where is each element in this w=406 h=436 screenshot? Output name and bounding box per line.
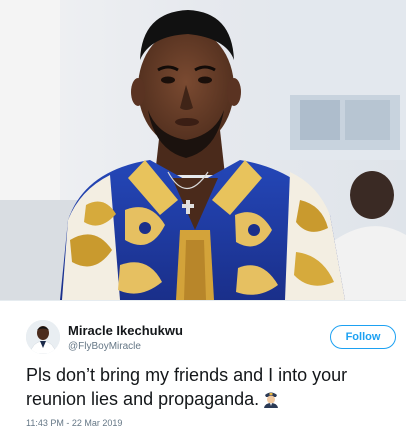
tweet-text-content: Pls don’t bring my friends and I into yo… [26, 365, 348, 409]
avatar-image [26, 320, 60, 354]
follow-button[interactable]: Follow [330, 325, 396, 349]
avatar[interactable] [26, 320, 60, 354]
user-handle[interactable]: @FlyBoyMiracle [68, 341, 141, 352]
portrait-photo [0, 0, 406, 300]
tweet-card: Miracle Ikechukwu @FlyBoyMiracle Follow … [0, 310, 406, 436]
tweet-photo[interactable] [0, 0, 406, 300]
tweet-timestamp[interactable]: 11:43 PM - 22 Mar 2019 [26, 418, 122, 428]
pilot-emoji-icon [263, 390, 279, 408]
divider [0, 300, 406, 301]
tweet-text: Pls don’t bring my friends and I into yo… [26, 363, 398, 411]
display-name[interactable]: Miracle Ikechukwu [68, 323, 183, 338]
